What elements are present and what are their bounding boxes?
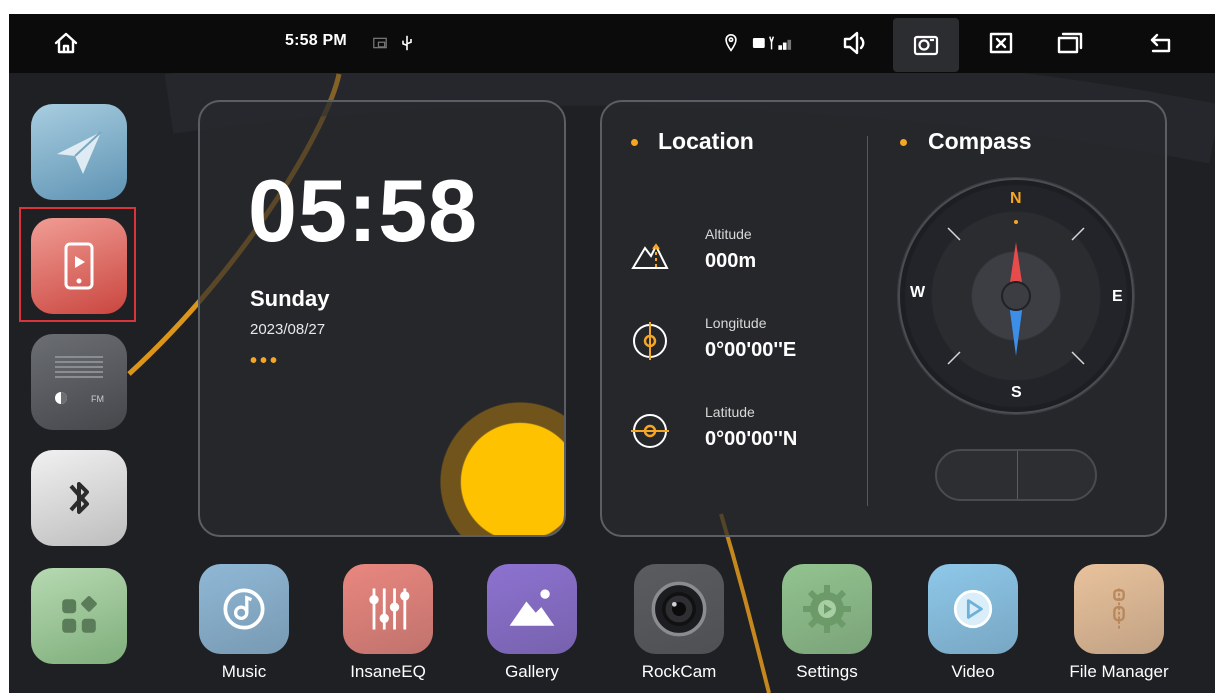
location-dot	[631, 139, 638, 146]
location-pin-icon	[723, 32, 739, 54]
longitude-value: 0°00'00''E	[705, 339, 797, 361]
settings-label: Settings	[796, 662, 858, 681]
volume-icon[interactable]	[835, 26, 875, 60]
bluetooth-app[interactable]	[31, 450, 127, 546]
app-grid-icon	[62, 596, 97, 633]
compass-control-bar[interactable]	[935, 449, 1097, 501]
svg-text:FM: FM	[91, 394, 104, 404]
compass-west: W	[910, 284, 926, 301]
app-settings[interactable]: Settings	[767, 564, 887, 693]
equalizer-icon	[369, 588, 410, 630]
head-unit-screen: 5:58 PM FM 05:58 Sunday 2023/08/27 ••• L…	[9, 14, 1215, 693]
radio-app[interactable]: FM	[31, 334, 127, 430]
music-app-icon[interactable]	[199, 564, 289, 654]
signal-icon	[749, 32, 805, 54]
camera-lens-icon	[651, 581, 707, 637]
compass-markings	[947, 220, 1085, 365]
recent-apps-icon[interactable]	[1050, 26, 1090, 60]
location-title: Location	[658, 128, 754, 154]
home-icon[interactable]	[46, 26, 86, 60]
close-window-icon[interactable]	[981, 26, 1021, 60]
video-label: Video	[951, 662, 995, 681]
longitude-icon	[633, 322, 667, 360]
longitude-label: Longitude	[705, 315, 767, 331]
phone-link-app[interactable]	[31, 218, 127, 314]
clock-dots: •••	[250, 350, 281, 372]
altitude-value: 000m	[705, 250, 757, 272]
compass-south: S	[1011, 384, 1022, 401]
app-music[interactable]: Music	[184, 564, 304, 693]
settings-app-icon[interactable]	[782, 564, 872, 654]
insaneeq-label: InsaneEQ	[350, 662, 426, 681]
clock-time: 05:58	[248, 161, 479, 260]
music-note-icon	[223, 588, 265, 630]
insaneeq-app-icon[interactable]	[343, 564, 433, 654]
clock-date: 2023/08/27	[250, 321, 326, 338]
clock-widget[interactable]: 05:58 Sunday 2023/08/27 •••	[198, 100, 566, 537]
compass-bar-divider	[1017, 451, 1018, 499]
phone-play-icon	[64, 242, 94, 290]
gear-icon	[803, 585, 851, 633]
rockcam-label: RockCam	[641, 662, 717, 681]
gallery-app-icon[interactable]	[487, 564, 577, 654]
latitude-icon	[631, 414, 669, 448]
back-icon[interactable]	[1141, 26, 1181, 60]
cast-icon	[370, 34, 390, 52]
app-video[interactable]: Video	[913, 564, 1033, 693]
latitude-value: 0°00'00''N	[705, 428, 798, 450]
location-compass-widget[interactable]: Location Compass Altitude 000m Longitude…	[600, 100, 1167, 537]
altitude-label: Altitude	[705, 226, 752, 242]
gallery-label: Gallery	[505, 662, 559, 681]
file-manager-app-icon[interactable]	[1074, 564, 1164, 654]
send-arrow-icon	[57, 131, 102, 174]
app-drawer[interactable]	[31, 568, 127, 664]
file-manager-label: File Manager	[1069, 662, 1169, 681]
radio-icon: FM	[55, 356, 104, 404]
bluetooth-icon	[69, 482, 89, 514]
latitude-label: Latitude	[705, 404, 755, 420]
app-file-manager[interactable]: File Manager	[1059, 564, 1179, 693]
app-gallery[interactable]: Gallery	[472, 564, 592, 693]
widget-divider	[867, 136, 868, 506]
music-label: Music	[221, 662, 267, 681]
app-insaneeq[interactable]: InsaneEQ	[328, 564, 448, 693]
compass-title: Compass	[928, 128, 1032, 154]
status-bar: 5:58 PM	[9, 14, 1215, 73]
play-icon	[953, 589, 993, 629]
altitude-icon	[631, 243, 669, 269]
video-app-icon[interactable]	[928, 564, 1018, 654]
clock-day: Sunday	[250, 286, 330, 311]
usb-icon	[397, 32, 417, 54]
compass-north: N	[1010, 190, 1022, 207]
screenshot-icon[interactable]	[893, 18, 959, 72]
sun-decoration	[430, 392, 564, 535]
status-time: 5:58 PM	[285, 32, 347, 49]
rockcam-app-icon[interactable]	[634, 564, 724, 654]
app-rockcam[interactable]: RockCam	[619, 564, 739, 693]
compass-dial: N S E W	[898, 178, 1134, 414]
zipper-folder-icon	[1113, 588, 1125, 630]
mountain-image-icon	[509, 589, 555, 626]
compass-east: E	[1112, 288, 1123, 305]
navigation-app[interactable]	[31, 104, 127, 200]
compass-dot	[900, 139, 907, 146]
